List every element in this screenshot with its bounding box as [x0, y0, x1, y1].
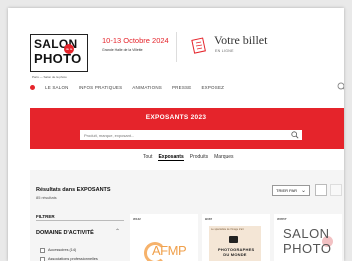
- filter-option-label: Associations professionnelles: [48, 257, 98, 261]
- ticket-subtitle: EN LIGNE: [215, 49, 234, 53]
- book-icon: [229, 236, 238, 243]
- event-dates: 10-13 Octobre 2024: [102, 36, 169, 45]
- grid-view-icon[interactable]: [315, 184, 327, 196]
- list-view-icon[interactable]: [330, 184, 342, 196]
- tab-tout[interactable]: Tout: [143, 154, 152, 161]
- exhibitor-card[interactable]: B087 Le spécialiste de l'image d'art PHO…: [202, 214, 270, 261]
- tab-marques[interactable]: Marques: [214, 154, 233, 161]
- results-title: Résultats dans EXPOSANTS: [36, 187, 111, 193]
- exhibitor-card[interactable]: W132 AFMP: [130, 214, 198, 261]
- afmp-logo-text: AFMP: [152, 243, 187, 258]
- nav-item-infos-pratiques[interactable]: INFOS PRATIQUES: [79, 85, 123, 90]
- search-icon[interactable]: [291, 131, 299, 139]
- exhibitor-card[interactable]: W055T SALON PHOTO: [274, 214, 342, 261]
- nav-item-le-salon[interactable]: LE SALON: [45, 85, 69, 90]
- salon-photo-logo[interactable]: SALON PHOTO de la Paris — Salon de la ph…: [30, 34, 88, 79]
- nav-marker: [30, 85, 35, 90]
- exhibitor-logo-subtitle: Le spécialiste de l'image d'art: [211, 228, 244, 231]
- filter-section-title[interactable]: DOMAINE D'ACTIVITÉ: [36, 230, 94, 236]
- tab-produits[interactable]: Produits: [190, 154, 208, 161]
- filter-checkbox-accessoires[interactable]: [40, 248, 45, 253]
- nav-item-exposez[interactable]: EXPOSEZ: [201, 85, 224, 90]
- exposants-search-input[interactable]: [80, 130, 302, 140]
- filter-divider: [36, 220, 124, 221]
- sort-dropdown[interactable]: TRIER PAR ⌄: [272, 185, 310, 196]
- stand-tag: W132: [133, 217, 141, 221]
- chevron-up-icon[interactable]: ⌃: [115, 228, 120, 235]
- filter-option-label: Accessoires (14): [48, 248, 77, 252]
- main-nav: LE SALON INFOS PRATIQUES ANIMATIONS PRES…: [45, 85, 224, 90]
- logo-badge: de la: [64, 44, 74, 54]
- stand-tag: W055T: [277, 217, 287, 221]
- ticket-link[interactable]: Votre billet: [214, 33, 267, 48]
- results-count: 85 résultats: [36, 195, 57, 200]
- exhibitor-logo-title-line2: DU MONDE: [223, 252, 247, 257]
- result-tabs: Tout Exposants Produits Marques: [143, 154, 234, 161]
- sort-label: TRIER PAR: [276, 188, 298, 193]
- search-icon[interactable]: [337, 82, 344, 92]
- page: SALON PHOTO de la Paris — Salon de la ph…: [8, 8, 344, 261]
- banner-title: EXPOSANTS 2023: [145, 114, 207, 121]
- tab-exposants[interactable]: Exposants: [158, 154, 184, 161]
- filter-label: FILTRER: [36, 214, 55, 219]
- logo-tagline: Paris — Salon de la photo: [32, 75, 67, 79]
- ticket-icon[interactable]: [191, 36, 209, 54]
- stand-tag: B087: [205, 217, 213, 221]
- filter-checkbox-associations[interactable]: [40, 257, 45, 261]
- chevron-down-icon: ⌄: [300, 188, 306, 194]
- exhibitor-logo-line2: PHOTO: [283, 241, 332, 256]
- logo-line2: PHOTO: [34, 51, 82, 66]
- exhibitor-logo-title: PHOTOGRAPHES DU MONDE: [218, 247, 254, 257]
- header-divider: [176, 32, 177, 62]
- event-venue: Grande Halle de la Villette: [102, 48, 143, 52]
- nav-item-presse[interactable]: PRESSE: [172, 85, 191, 90]
- nav-item-animations[interactable]: ANIMATIONS: [132, 85, 162, 90]
- exhibitor-logo-line1: SALON: [283, 226, 330, 241]
